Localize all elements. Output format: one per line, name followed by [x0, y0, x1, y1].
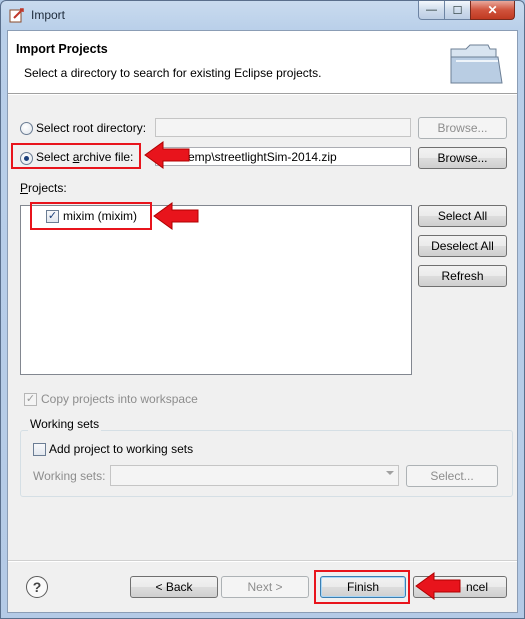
close-button[interactable]: ✕ [470, 1, 515, 20]
working-sets-group-title: Working sets [28, 417, 102, 431]
archive-file-field[interactable]: emp\streetlightSim-2014.zip [155, 147, 411, 166]
select-all-label: Select All [437, 209, 488, 223]
finish-arrow-icon [415, 572, 461, 600]
project-arrow-icon [153, 202, 199, 230]
back-label: < Back [155, 580, 193, 594]
root-browse-label: Browse... [437, 121, 488, 135]
archive-highlight-box [11, 143, 141, 169]
root-browse-button[interactable]: Browse... [418, 117, 507, 139]
maximize-button[interactable]: ☐ [444, 1, 471, 20]
folder-icon [450, 44, 503, 84]
banner-separator [8, 94, 517, 95]
refresh-label: Refresh [441, 269, 484, 283]
project-highlight-box [30, 202, 152, 230]
root-directory-radio[interactable] [20, 122, 33, 135]
help-icon[interactable]: ? [26, 576, 48, 598]
copy-projects-checkbox[interactable]: ✓ [24, 393, 37, 406]
cancel-label: ncel [465, 580, 488, 594]
working-sets-select-button[interactable]: Select... [406, 465, 498, 487]
select-all-button[interactable]: Select All [418, 205, 507, 227]
projects-list[interactable]: ✓ mixim (mixim) [20, 205, 412, 375]
working-sets-label: Working sets: [33, 469, 106, 483]
next-button[interactable]: Next > [221, 576, 309, 598]
minimize-button[interactable]: — [418, 1, 445, 20]
finish-highlight-box [314, 570, 410, 604]
working-sets-combo[interactable] [110, 465, 399, 486]
root-directory-field[interactable] [155, 118, 411, 137]
close-icon: ✕ [487, 3, 498, 17]
minimize-icon: — [426, 4, 437, 16]
title-bar[interactable]: Import — ☐ ✕ [1, 1, 524, 29]
archive-arrow-icon [144, 141, 190, 169]
working-sets-select-label: Select... [430, 469, 474, 483]
projects-label: Projects: [20, 181, 67, 195]
refresh-button[interactable]: Refresh [418, 265, 507, 287]
add-to-working-sets-checkbox[interactable] [33, 443, 46, 456]
import-dialog-window: Import — ☐ ✕ Import Projects Select a di… [0, 0, 525, 619]
maximize-icon: ☐ [452, 4, 463, 17]
footer-separator-highlight [8, 561, 517, 562]
chevron-down-icon [386, 471, 394, 475]
deselect-all-button[interactable]: Deselect All [418, 235, 507, 257]
archive-browse-button[interactable]: Browse... [418, 147, 507, 169]
page-title: Import Projects [16, 42, 108, 56]
window-title: Import [31, 8, 66, 22]
import-wizard-icon [9, 8, 24, 23]
page-description: Select a directory to search for existin… [24, 66, 322, 80]
root-directory-label: Select root directory: [36, 121, 147, 135]
wizard-banner: Import Projects Select a directory to se… [8, 31, 517, 94]
dialog-client-area: Import Projects Select a directory to se… [7, 30, 518, 613]
deselect-all-label: Deselect All [431, 239, 494, 253]
copy-projects-label: Copy projects into workspace [41, 392, 198, 406]
back-button[interactable]: < Back [130, 576, 218, 598]
archive-browse-label: Browse... [437, 151, 488, 165]
next-label: Next > [247, 580, 283, 594]
add-to-working-sets-label: Add project to working sets [49, 442, 194, 456]
